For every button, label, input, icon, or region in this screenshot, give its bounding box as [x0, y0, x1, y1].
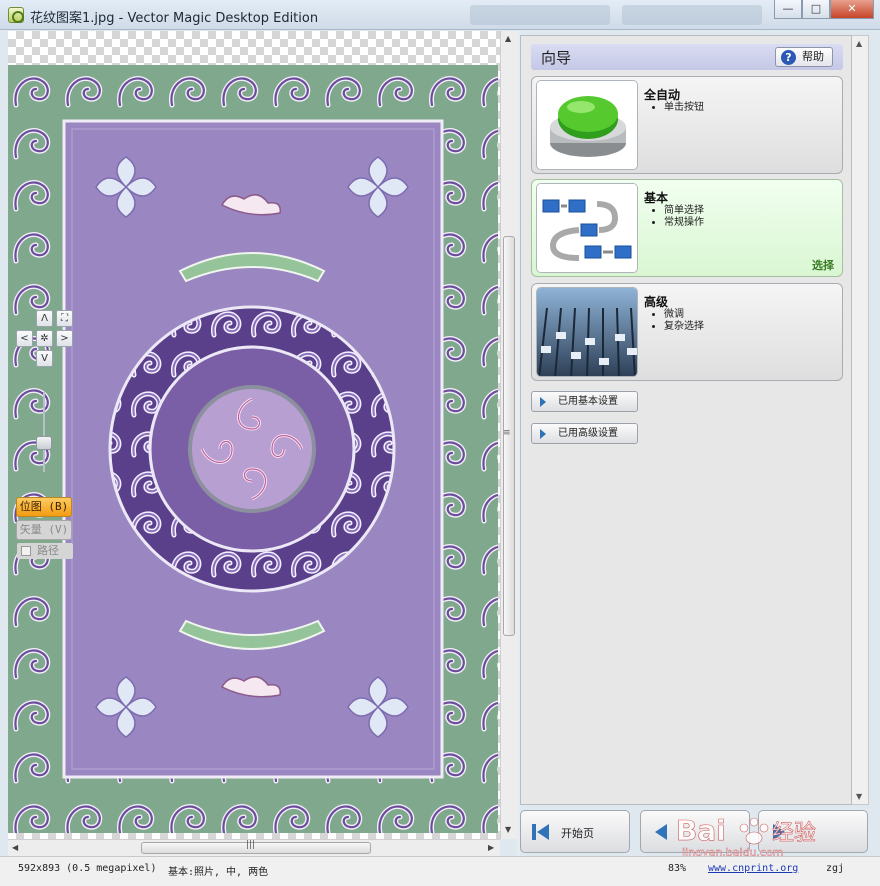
scroll-grip-icon: |||: [246, 840, 256, 850]
bullet-item: 单击按钮: [664, 102, 704, 114]
mixing-console-thumbnail: [536, 287, 638, 377]
wizard-panel: 向导 ? 帮助 全自动 单击按钮: [520, 35, 852, 805]
user-name: zgj: [826, 863, 845, 874]
bullet-item: 微调: [664, 309, 704, 321]
baidu-paw-icon: [739, 817, 769, 845]
maximize-button[interactable]: □: [802, 0, 830, 19]
website-link[interactable]: www.cnprint.org: [708, 863, 798, 874]
help-icon: ?: [781, 50, 796, 65]
scroll-down-arrow-icon[interactable]: ▼: [505, 825, 511, 834]
scroll-right-arrow-icon[interactable]: ▶: [488, 843, 494, 852]
option-bullets: 微调 复杂选择: [664, 309, 704, 333]
basic-settings-button[interactable]: 已用基本设置: [531, 391, 638, 412]
option-bullets: 单击按钮: [664, 102, 704, 114]
title-bar: 花纹图案1.jpg - Vector Magic Desktop Edition…: [0, 0, 880, 30]
zoom-level: 83%: [668, 863, 687, 874]
option-title: 全自动: [644, 88, 681, 102]
pan-right-button[interactable]: >: [56, 330, 73, 347]
help-label: 帮助: [802, 50, 824, 63]
scroll-thumb[interactable]: [141, 842, 371, 854]
start-page-button[interactable]: 开始页: [520, 810, 630, 853]
scroll-left-arrow-icon[interactable]: ◀: [12, 843, 18, 852]
basic-settings-label: 已用基本设置: [558, 396, 618, 407]
close-button[interactable]: ✕: [830, 0, 874, 19]
status-bar: 592x893 (0.5 megapixel) 基本:照片, 中, 两色 83%…: [0, 856, 880, 886]
watermark-brand-2: 经验: [772, 821, 816, 846]
option-fully-automatic[interactable]: 全自动 单击按钮: [531, 76, 843, 174]
scroll-up-arrow-icon[interactable]: ▲: [505, 34, 511, 43]
option-advanced[interactable]: 高级 微调 复杂选择: [531, 283, 843, 381]
minimize-button[interactable]: —: [774, 0, 802, 19]
selected-label: 选择: [812, 259, 834, 272]
pan-down-button[interactable]: V: [36, 350, 53, 367]
mode-summary: 基本:照片, 中, 两色: [168, 867, 269, 878]
skip-back-icon: [532, 824, 549, 840]
wizard-scrollbar[interactable]: ▲ ▼: [852, 35, 869, 805]
app-icon: [8, 7, 24, 23]
watermark-brand: Bai: [676, 814, 726, 847]
baidu-watermark: Bai 经验 jingyan.baidu.com: [676, 810, 836, 860]
option-bullets: 简单选择 常规操作: [664, 205, 704, 229]
wizard-title: 向导: [541, 49, 572, 67]
bitmap-canvas[interactable]: [8, 31, 500, 839]
advanced-settings-button[interactable]: 已用高级设置: [531, 423, 638, 444]
scroll-up-arrow-icon[interactable]: ▲: [856, 39, 862, 48]
option-title: 高级: [644, 295, 669, 309]
wizard-header: 向导 ? 帮助: [531, 44, 843, 70]
advanced-settings-label: 已用高级设置: [558, 428, 618, 439]
carpet-image: [8, 65, 498, 833]
bullet-item: 复杂选择: [664, 321, 704, 333]
fit-view-button[interactable]: ⛶: [56, 310, 73, 327]
background-tab: [622, 5, 762, 25]
scroll-down-arrow-icon[interactable]: ▼: [856, 792, 862, 801]
pan-left-button[interactable]: <: [16, 330, 33, 347]
option-basic[interactable]: 基本 简单选择 常规操作 选择: [531, 179, 843, 277]
center-view-button[interactable]: ✲: [36, 330, 53, 347]
pan-up-button[interactable]: Λ: [36, 310, 53, 327]
image-dimensions: 592x893 (0.5 megapixel): [18, 863, 157, 874]
bullet-item: 简单选择: [664, 205, 704, 217]
option-title: 基本: [644, 191, 669, 205]
zoom-slider-track[interactable]: [43, 392, 45, 472]
path-label: 路径: [37, 544, 59, 557]
background-tab: [470, 5, 610, 25]
bullet-item: 常规操作: [664, 217, 704, 229]
splitter-grip-icon[interactable]: ≡: [503, 428, 511, 438]
navigation-pad: Λ ⛶ < ✲ > V 位图 (B) 矢量 (V) 路径: [15, 310, 75, 559]
zoom-slider-handle[interactable]: [36, 436, 52, 450]
help-button[interactable]: ? 帮助: [775, 47, 833, 67]
back-arrow-icon: [655, 824, 667, 840]
flowchart-thumbnail: [536, 183, 638, 273]
start-page-label: 开始页: [561, 827, 594, 840]
canvas-horizontal-scrollbar[interactable]: ◀ ||| ▶: [8, 839, 500, 856]
green-button-thumbnail: [536, 80, 638, 170]
play-arrow-icon: [540, 429, 546, 439]
window-title: 花纹图案1.jpg - Vector Magic Desktop Edition: [30, 11, 319, 26]
path-view-toggle[interactable]: 路径: [17, 543, 73, 559]
bitmap-view-button[interactable]: 位图 (B): [16, 497, 72, 517]
play-arrow-icon: [540, 397, 546, 407]
vector-view-button[interactable]: 矢量 (V): [16, 520, 72, 540]
path-checkbox[interactable]: [21, 546, 31, 556]
